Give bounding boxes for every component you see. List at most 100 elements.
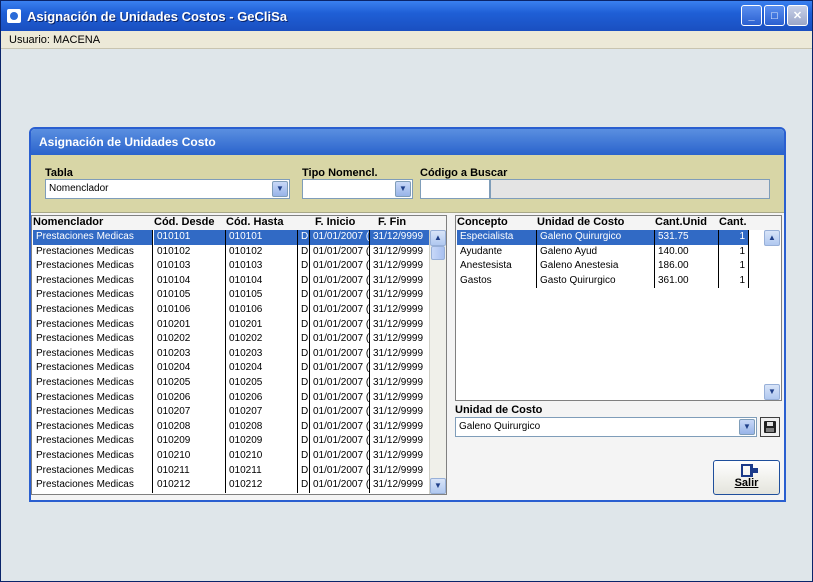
col-cod-desde[interactable]: Cód. Desde: [154, 216, 215, 228]
col-unidad-costo[interactable]: Unidad de Costo: [537, 216, 624, 228]
table-row[interactable]: Ayudante Galeno Ayud 140.00 1: [456, 244, 781, 260]
menu-user[interactable]: Usuario: MACENA: [9, 34, 100, 46]
table-cell: 01/01/2007 (: [310, 375, 370, 391]
title-bar[interactable]: Asignación de Unidades Costos - GeCliSa …: [1, 1, 812, 31]
table-cell: D: [298, 375, 310, 391]
table-cell: D: [298, 434, 310, 449]
table-cell: 31/12/9999: [370, 230, 430, 245]
table-row[interactable]: Anestesista Galeno Anestesia 186.00 1: [456, 259, 781, 274]
tabla-combo[interactable]: Nomenclador ▼: [45, 179, 290, 199]
chevron-down-icon[interactable]: ▼: [395, 181, 411, 197]
exit-button[interactable]: Salir: [713, 460, 780, 495]
table-cell: 01/01/2007 (: [310, 273, 370, 289]
scroll-down-icon[interactable]: ▼: [764, 384, 780, 400]
table-cell: 010201: [154, 317, 226, 333]
table-cell: 010212: [154, 478, 226, 493]
unidad-costo-label: Unidad de Costo: [455, 404, 543, 416]
table-row[interactable]: Prestaciones Medicas 010203 010203 D 01/01/2…: [32, 346, 446, 362]
table-row[interactable]: Prestaciones Medicas 010212 010212 D 01/01/2…: [32, 478, 446, 493]
table-cell: D: [298, 288, 310, 303]
chevron-down-icon[interactable]: ▼: [272, 181, 288, 197]
table-cell: 01/01/2007 (: [310, 244, 370, 260]
table-cell: D: [298, 230, 310, 245]
table-cell: Prestaciones Medicas: [33, 375, 153, 391]
table-row[interactable]: Prestaciones Medicas 010209 010209 D 01/01/2…: [32, 434, 446, 449]
table-cell: D: [298, 317, 310, 333]
table-row[interactable]: Prestaciones Medicas 010205 010205 D 01/01/2…: [32, 375, 446, 391]
table-cell: 010203: [154, 346, 226, 362]
table-cell: 010103: [154, 259, 226, 274]
scroll-up-icon[interactable]: ▲: [764, 230, 780, 246]
table-cell: 01/01/2007 (: [310, 434, 370, 449]
unidad-costo-combo[interactable]: Galeno Quirurgico ▼: [455, 417, 757, 437]
col-nomenclador[interactable]: Nomenclador: [33, 216, 103, 228]
table-row[interactable]: Prestaciones Medicas 010103 010103 D 01/01/2…: [32, 259, 446, 274]
table-row[interactable]: Prestaciones Medicas 010211 010211 D 01/01/2…: [32, 463, 446, 479]
table-cell: 010205: [226, 375, 298, 391]
col-cant[interactable]: Cant.: [719, 216, 747, 228]
col-cant-unid[interactable]: Cant.Unid: [655, 216, 707, 228]
col-concepto[interactable]: Concepto: [457, 216, 508, 228]
scroll-down-icon[interactable]: ▼: [430, 478, 446, 494]
table-row[interactable]: Gastos Gasto Quirurgico 361.00 1: [456, 273, 781, 289]
table-cell: D: [298, 390, 310, 406]
table-row[interactable]: Prestaciones Medicas 010208 010208 D 01/01/2…: [32, 419, 446, 435]
table-cell: 010208: [226, 419, 298, 435]
table-row[interactable]: Prestaciones Medicas 010210 010210 D 01/01/2…: [32, 448, 446, 464]
table-cell: 010202: [226, 332, 298, 347]
table-cell: 010208: [154, 419, 226, 435]
table-cell: 010204: [226, 361, 298, 376]
table-row[interactable]: Prestaciones Medicas 010105 010105 D 01/01/2…: [32, 288, 446, 303]
table-cell: Anestesista: [457, 259, 537, 274]
table-cell: 31/12/9999: [370, 244, 430, 260]
codigo-buscar-input[interactable]: [420, 179, 490, 199]
chevron-down-icon[interactable]: ▼: [739, 419, 755, 435]
grid-header: Concepto Unidad de Costo Cant.Unid Cant.: [456, 216, 781, 230]
table-cell: 01/01/2007 (: [310, 390, 370, 406]
maximize-icon: □: [771, 9, 778, 22]
table-cell: D: [298, 332, 310, 347]
table-row[interactable]: Prestaciones Medicas 010202 010202 D 01/01/2…: [32, 332, 446, 347]
table-row[interactable]: Prestaciones Medicas 010204 010204 D 01/01/2…: [32, 361, 446, 376]
scroll-up-icon[interactable]: ▲: [430, 230, 446, 246]
table-cell: 010209: [226, 434, 298, 449]
table-cell: 010206: [226, 390, 298, 406]
table-row[interactable]: Prestaciones Medicas 010201 010201 D 01/01/2…: [32, 317, 446, 333]
maximize-button[interactable]: □: [764, 5, 785, 26]
table-cell: 01/01/2007 (: [310, 448, 370, 464]
save-button[interactable]: [760, 417, 780, 437]
tipo-nomencl-label: Tipo Nomencl.: [302, 167, 378, 179]
table-row[interactable]: Prestaciones Medicas 010207 010207 D 01/01/2…: [32, 405, 446, 420]
table-cell: 31/12/9999: [370, 375, 430, 391]
table-cell: 010101: [154, 230, 226, 245]
app-icon[interactable]: [7, 9, 21, 23]
table-row[interactable]: Prestaciones Medicas 010102 010102 D 01/01/2…: [32, 244, 446, 260]
table-cell: 010105: [154, 288, 226, 303]
tipo-nomencl-combo[interactable]: ▼: [302, 179, 413, 199]
table-cell: 01/01/2007 (: [310, 259, 370, 274]
table-cell: 010207: [154, 405, 226, 420]
table-cell: 010101: [226, 230, 298, 245]
table-cell: 010203: [226, 346, 298, 362]
table-cell: 31/12/9999: [370, 332, 430, 347]
table-cell: Prestaciones Medicas: [33, 346, 153, 362]
vertical-scrollbar[interactable]: ▲ ▼: [764, 230, 781, 400]
col-cod-hasta[interactable]: Cód. Hasta: [226, 216, 283, 228]
unidad-costo-value: Galeno Quirurgico: [459, 421, 541, 432]
scroll-thumb[interactable]: [431, 246, 445, 260]
table-cell: 31/12/9999: [370, 317, 430, 333]
table-cell: 01/01/2007 (: [310, 405, 370, 420]
table-cell: 01/01/2007 (: [310, 346, 370, 362]
table-cell: 010210: [226, 448, 298, 464]
table-cell: Ayudante: [457, 244, 537, 260]
col-f-inicio[interactable]: F. Inicio: [315, 216, 355, 228]
close-button[interactable]: ✕: [787, 5, 808, 26]
table-row[interactable]: Especialista Galeno Quirurgico 531.75 1: [456, 230, 781, 245]
vertical-scrollbar[interactable]: ▲ ▼: [429, 230, 446, 494]
table-row[interactable]: Prestaciones Medicas 010206 010206 D 01/01/2…: [32, 390, 446, 406]
table-row[interactable]: Prestaciones Medicas 010101 010101 D 01/01/2…: [32, 230, 446, 245]
table-row[interactable]: Prestaciones Medicas 010106 010106 D 01/01/2…: [32, 302, 446, 318]
col-f-fin[interactable]: F. Fin: [378, 216, 406, 228]
table-row[interactable]: Prestaciones Medicas 010104 010104 D 01/01/2…: [32, 273, 446, 289]
minimize-button[interactable]: _: [741, 5, 762, 26]
